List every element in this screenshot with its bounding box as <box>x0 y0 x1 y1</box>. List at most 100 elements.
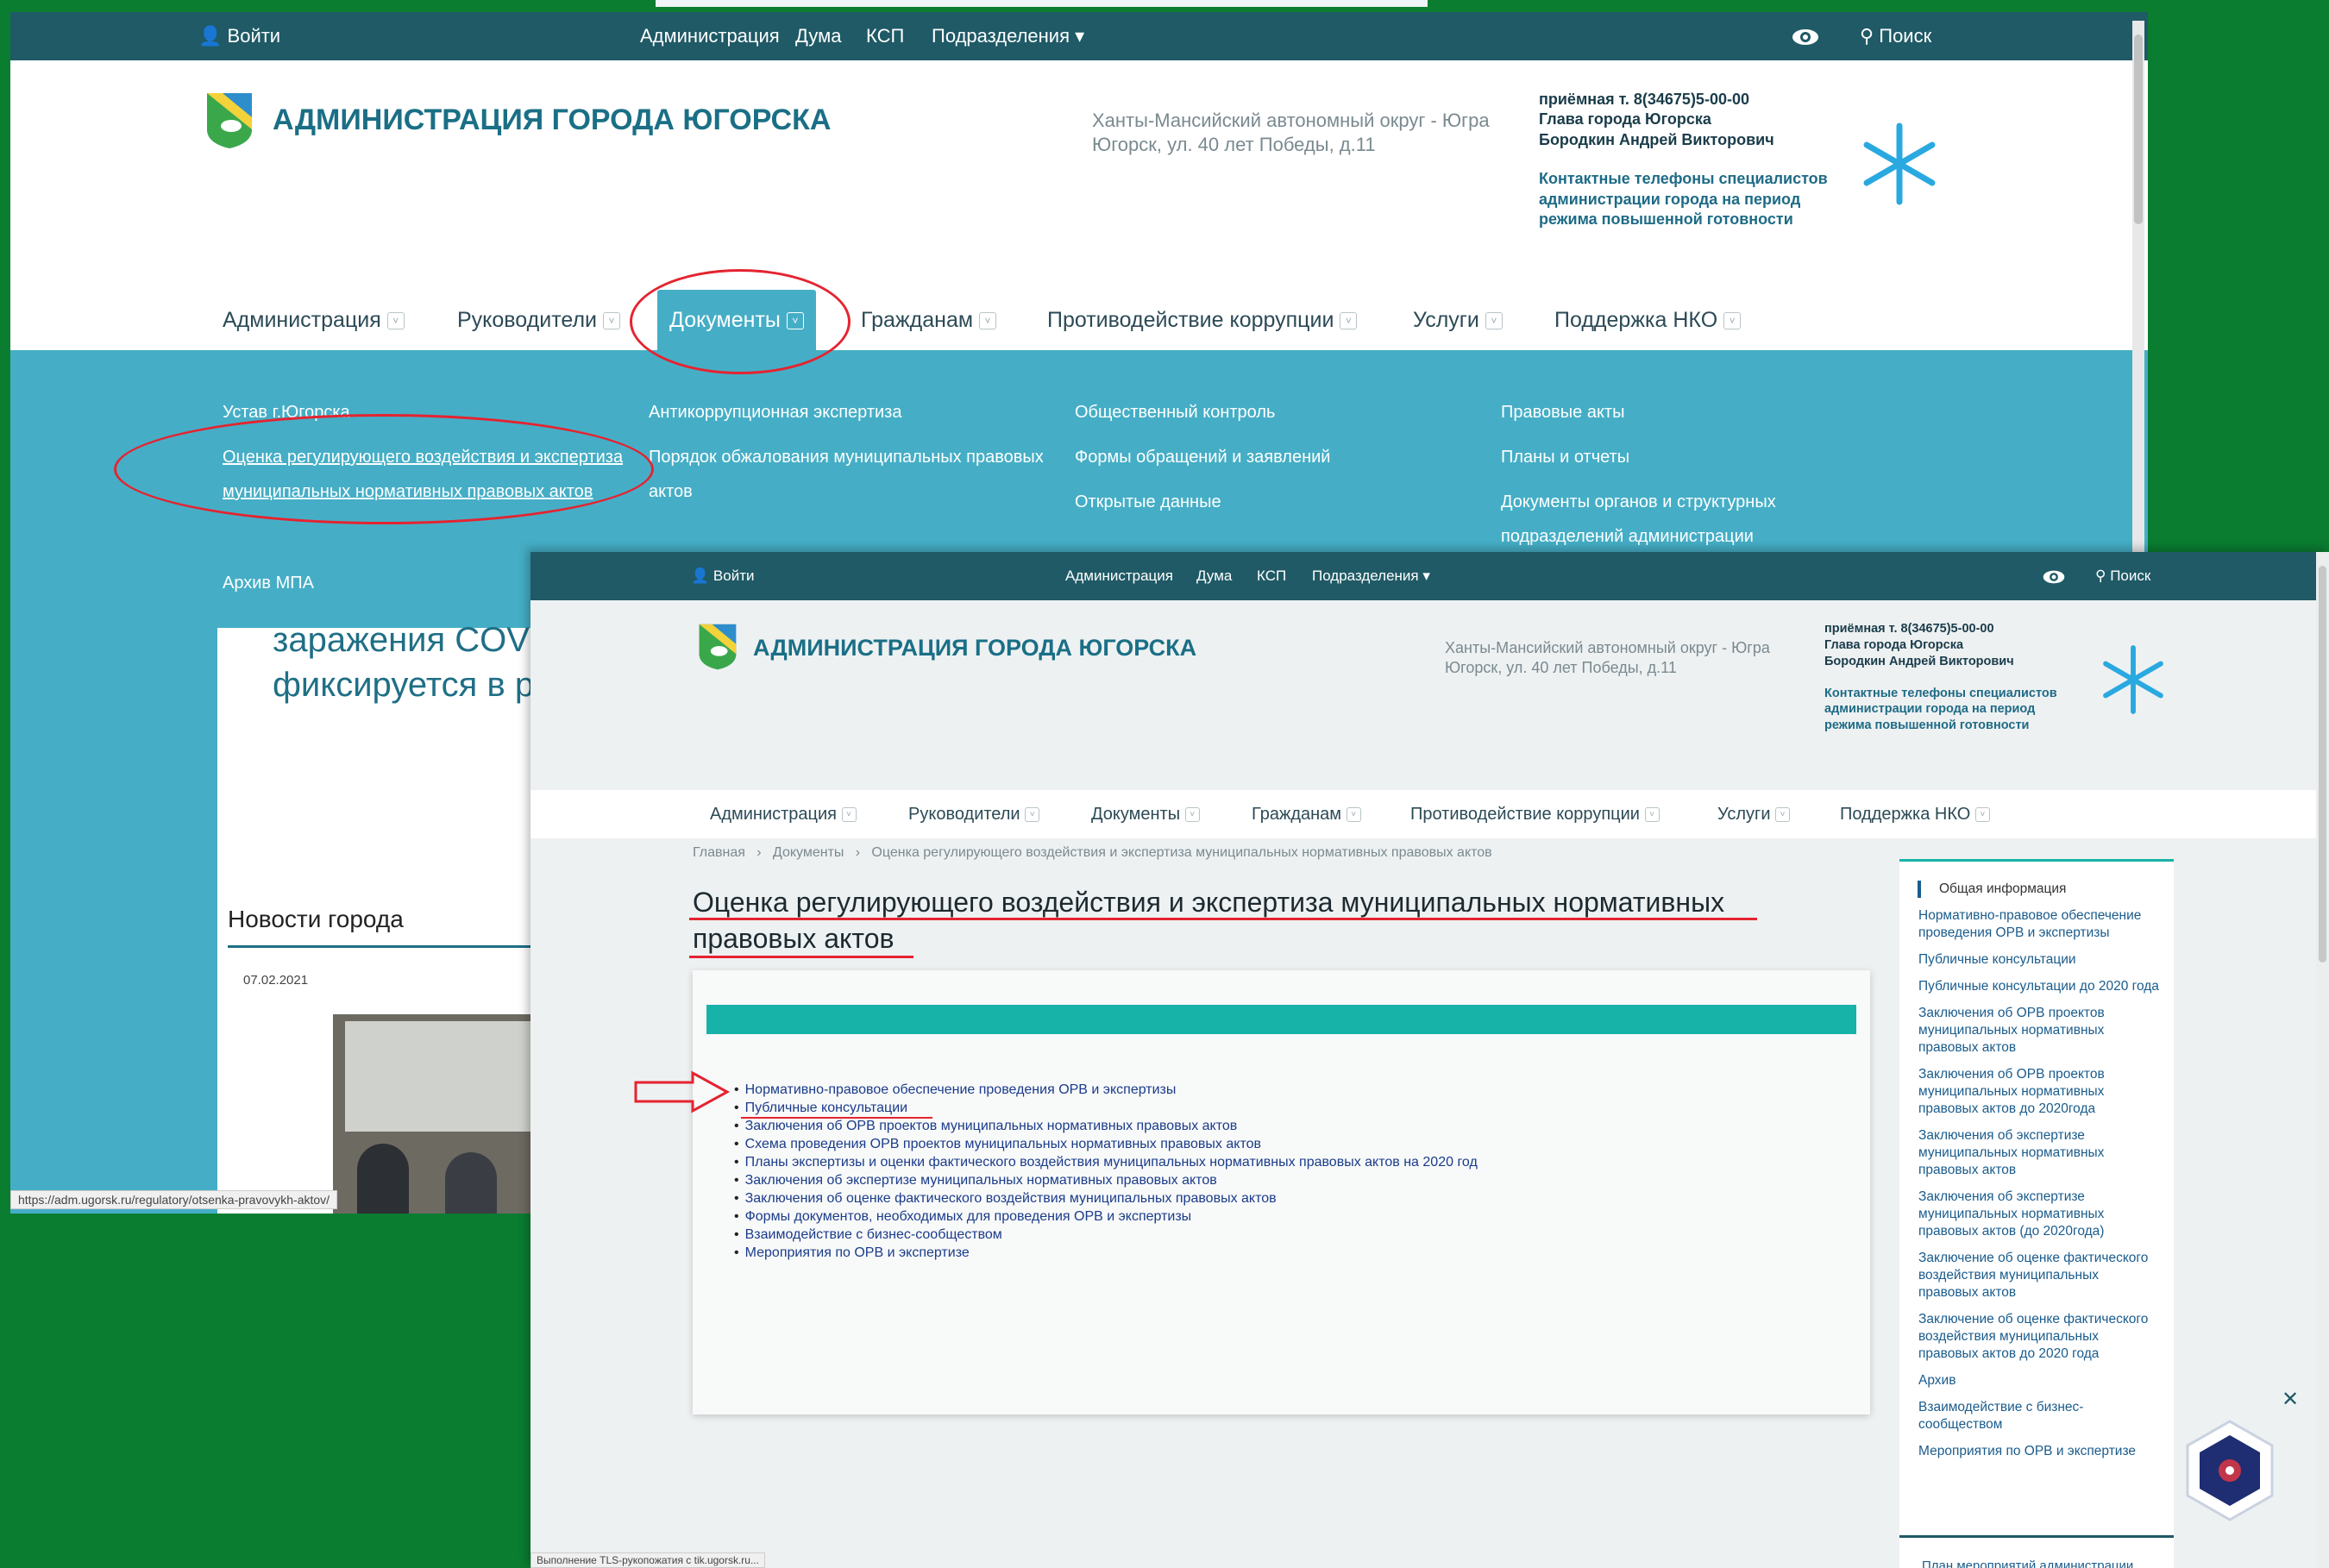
toplink-ksp[interactable]: КСП <box>1257 552 1286 600</box>
sidebar-item[interactable]: Публичные консультации <box>1918 951 2160 969</box>
sidebar-item[interactable]: Мероприятия по ОРВ и экспертизе <box>1918 1443 2160 1460</box>
top-bar: 👤 Войти Администрация Дума КСП Подраздел… <box>10 12 2148 60</box>
nav-documents[interactable]: Документы ˅ <box>1091 790 1200 838</box>
chevron-down-icon: ▾ <box>1075 25 1085 47</box>
chevron-down-icon: ˅ <box>1340 312 1358 330</box>
sidebar-item[interactable]: Взаимодействие с бизнес-сообществом <box>1918 1399 2160 1433</box>
dd-department-documents[interactable]: Документы органов и структурных подразде… <box>1501 485 1776 554</box>
nav-anticorruption[interactable]: Противодействие коррупции ˅ <box>1410 790 1660 838</box>
chevron-down-icon: ˅ <box>1644 807 1660 823</box>
contact-block: приёмная т. 8(34675)5-00-00 Глава города… <box>1539 90 1828 229</box>
nav-anticorruption[interactable]: Противодействие коррупции ˅ <box>1047 290 1358 350</box>
list-item[interactable]: Заключения об оценке фактического воздей… <box>734 1189 1478 1207</box>
breadcrumb-documents[interactable]: Документы <box>773 845 844 860</box>
list-item[interactable]: Формы документов, необходимых для провед… <box>734 1207 1478 1226</box>
sidebar-item[interactable]: Заключения об ОРВ проектов муниципальных… <box>1918 1005 2160 1057</box>
annotation-underline-consultations <box>741 1117 932 1119</box>
nav-nko-support[interactable]: Поддержка НКО ˅ <box>1554 290 1742 350</box>
scrollbar-thumb[interactable] <box>2319 566 2326 963</box>
annotation-underline-title <box>689 918 1757 920</box>
list-item[interactable]: Планы экспертизы и оценки фактического в… <box>734 1153 1478 1171</box>
breadcrumb-home[interactable]: Главная <box>693 845 745 860</box>
sidebar-menu: Общая информация Нормативно-правовое обе… <box>1899 859 2174 1534</box>
chevron-down-icon: ˅ <box>1184 807 1200 823</box>
annotation-circle-assessment <box>114 414 654 524</box>
dd-legal-acts[interactable]: Правовые акты <box>1501 395 1624 430</box>
toplink-duma[interactable]: Дума <box>1196 552 1232 600</box>
projection-screen <box>345 1021 543 1132</box>
main-content-area: заражения COVID фиксируется в ре Новости… <box>217 621 573 1214</box>
toplink-departments[interactable]: Подразделения ▾ <box>932 12 1084 60</box>
dd-appeal-procedure[interactable]: Порядок обжалования муниципальных правов… <box>649 440 1044 509</box>
list-item-public-consultations[interactable]: Публичные консультации <box>734 1099 1478 1117</box>
close-icon[interactable]: ✕ <box>2282 1387 2299 1412</box>
list-item[interactable]: Нормативно-правовое обеспечение проведен… <box>734 1081 1478 1099</box>
accessibility-eye-icon[interactable] <box>2042 552 2066 600</box>
background-page-fragment <box>656 0 1428 7</box>
scrollbar-thumb[interactable] <box>2134 34 2143 224</box>
site-title[interactable]: АДМИНИСТРАЦИЯ ГОРОДА ЮГОРСКА <box>273 103 831 137</box>
login-link[interactable]: 👤 Войти <box>691 552 754 600</box>
chevron-down-icon: ˅ <box>1723 312 1742 330</box>
contact-block: приёмная т. 8(34675)5-00-00 Глава города… <box>1824 622 2057 735</box>
dd-plans-reports[interactable]: Планы и отчеты <box>1501 440 1629 474</box>
search-link[interactable]: ⚲ Поиск <box>2095 552 2150 600</box>
breadcrumb-separator-icon: › <box>847 845 868 860</box>
nav-nko-support[interactable]: Поддержка НКО ˅ <box>1840 790 1990 838</box>
sidebar-item[interactable]: Заключения об экспертизе муниципальных н… <box>1918 1127 2160 1179</box>
chevron-down-icon: ˅ <box>1346 807 1361 823</box>
sidebar-item[interactable]: Публичные консультации до 2020 года <box>1918 978 2160 995</box>
nav-administration[interactable]: Администрация ˅ <box>223 290 405 350</box>
chevron-down-icon: ˅ <box>979 312 997 330</box>
nav-citizens[interactable]: Гражданам ˅ <box>861 290 997 350</box>
covid-contacts-link[interactable]: Контактные телефоны специалистов админис… <box>1824 686 2057 735</box>
covid-contacts-link[interactable]: Контактные телефоны специалистов админис… <box>1539 169 1828 229</box>
toplink-administration[interactable]: Администрация <box>1065 552 1173 600</box>
dd-request-forms[interactable]: Формы обращений и заявлений <box>1075 440 1330 474</box>
accessibility-eye-icon[interactable] <box>1791 12 1820 60</box>
list-item[interactable]: Мероприятия по ОРВ и экспертизе <box>734 1244 1478 1262</box>
snowflake-icon <box>1863 122 1936 205</box>
toplink-administration[interactable]: Администрация <box>640 12 780 60</box>
document-links-list: Нормативно-правовое обеспечение проведен… <box>734 1081 1478 1262</box>
search-link[interactable]: ⚲ Поиск <box>1860 12 1931 60</box>
dd-anticorruption-expertise[interactable]: Антикоррупционная экспертиза <box>649 395 901 430</box>
news-headline-line1[interactable]: заражения COVID <box>273 618 564 662</box>
annotation-circle-documents <box>630 269 851 374</box>
dd-open-data[interactable]: Открытые данные <box>1075 485 1221 519</box>
news-headline-line2[interactable]: фиксируется в ре <box>273 662 553 707</box>
nav-services[interactable]: Услуги ˅ <box>1717 790 1791 838</box>
sidebar-item[interactable]: Нормативно-правовое обеспечение проведен… <box>1918 907 2160 942</box>
widget-launcher-icon[interactable] <box>2175 1416 2284 1525</box>
news-section-heading: Новости города <box>228 906 404 932</box>
sidebar-item[interactable]: Заключения об экспертизе муниципальных н… <box>1918 1189 2160 1240</box>
nav-leaders[interactable]: Руководители ˅ <box>457 290 620 350</box>
chevron-down-icon: ▾ <box>1422 568 1430 584</box>
scrollbar[interactable] <box>2316 552 2329 1568</box>
sidebar-item[interactable]: Заключения об ОРВ проектов муниципальных… <box>1918 1066 2160 1118</box>
toplink-departments[interactable]: Подразделения ▾ <box>1312 552 1430 600</box>
nav-leaders[interactable]: Руководители ˅ <box>908 790 1040 838</box>
toplink-ksp[interactable]: КСП <box>866 12 904 60</box>
toplink-duma[interactable]: Дума <box>795 12 842 60</box>
breadcrumb: Главная › Документы › Оценка регулирующе… <box>693 845 1492 861</box>
list-item[interactable]: Заключения об ОРВ проектов муниципальных… <box>734 1117 1478 1135</box>
news-photo[interactable] <box>333 1014 545 1214</box>
site-title[interactable]: АДМИНИСТРАЦИЯ ГОРОДА ЮГОРСКА <box>753 635 1196 662</box>
nav-citizens[interactable]: Гражданам ˅ <box>1252 790 1361 838</box>
login-link[interactable]: 👤 Войти <box>198 12 280 60</box>
sidebar-item-general-info[interactable]: Общая информация <box>1918 881 2160 898</box>
status-loading-text: Выполнение TLS-рукопожатия с tik.ugorsk.… <box>530 1552 765 1568</box>
nav-services[interactable]: Услуги ˅ <box>1413 290 1503 350</box>
dd-public-control[interactable]: Общественный контроль <box>1075 395 1275 430</box>
sidebar-item-archive[interactable]: Архив <box>1918 1372 2160 1389</box>
nav-administration[interactable]: Администрация ˅ <box>710 790 857 838</box>
list-item[interactable]: Взаимодействие с бизнес-сообществом <box>734 1226 1478 1244</box>
list-item[interactable]: Схема проведения ОРВ проектов муниципаль… <box>734 1135 1478 1153</box>
list-item[interactable]: Заключения об экспертизе муниципальных н… <box>734 1171 1478 1189</box>
dd-mpa-archive[interactable]: Архив МПА <box>223 566 314 600</box>
sidebar-next-item[interactable]: План мероприятий администрации <box>1922 1559 2133 1568</box>
sidebar-item[interactable]: Заключение об оценке фактического воздей… <box>1918 1250 2160 1301</box>
sidebar-item[interactable]: Заключение об оценке фактического воздей… <box>1918 1311 2160 1363</box>
person-silhouette <box>357 1144 409 1214</box>
